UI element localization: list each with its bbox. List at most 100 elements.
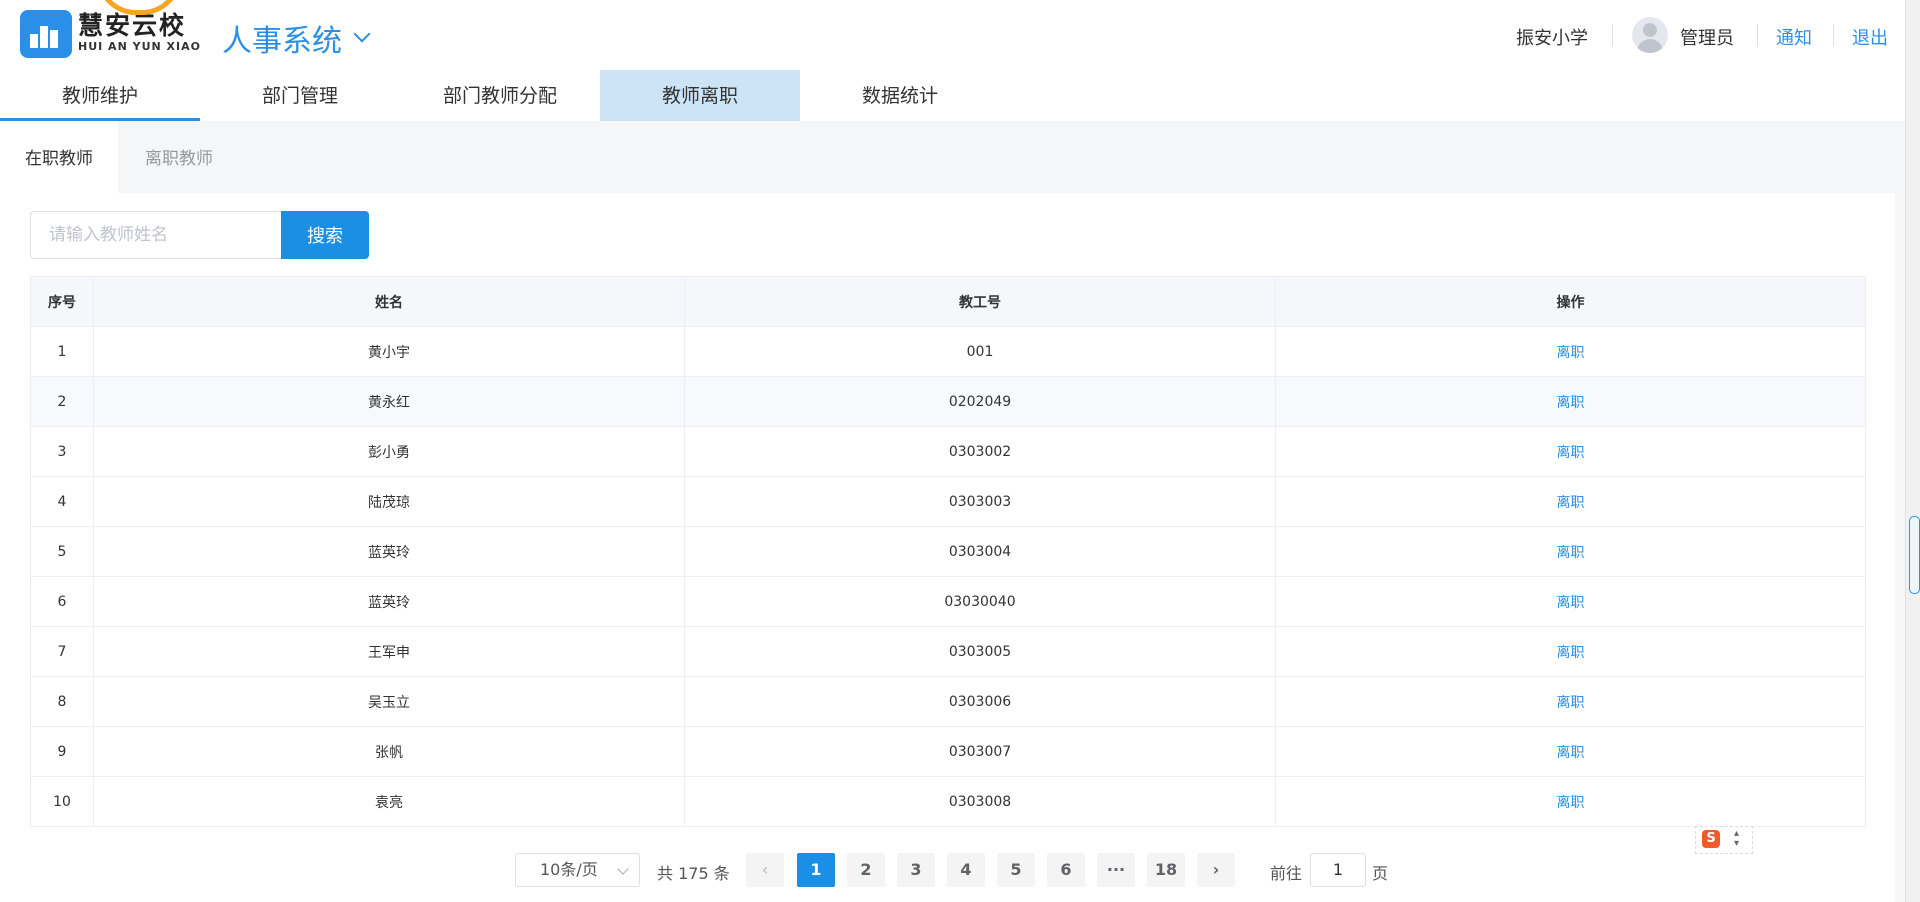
user-name[interactable]: 管理员 xyxy=(1680,24,1734,50)
cell-name: 吴玉立 xyxy=(93,676,685,727)
page-button-5[interactable]: 5 xyxy=(997,853,1035,887)
resign-link[interactable]: 离职 xyxy=(1275,676,1866,727)
content-panel: 搜索 序号 姓名 教工号 操作 1 黄小宇 001 离职 2 黄永红 02020… xyxy=(0,193,1895,902)
user-avatar-icon[interactable] xyxy=(1632,17,1668,53)
cell-no: 3 xyxy=(30,426,94,477)
next-page-button[interactable]: › xyxy=(1197,853,1235,887)
table-header-row: 序号 姓名 教工号 操作 xyxy=(30,276,1866,327)
header-divider xyxy=(1757,24,1758,46)
table-row: 1 黄小宇 001 离职 xyxy=(30,326,1866,377)
resign-link[interactable]: 离职 xyxy=(1275,776,1866,827)
resign-link[interactable]: 离职 xyxy=(1275,476,1866,527)
cell-staff-id: 0303005 xyxy=(684,626,1276,677)
cell-staff-id: 03030040 xyxy=(684,576,1276,627)
cell-no: 8 xyxy=(30,676,94,727)
teacher-table: 序号 姓名 教工号 操作 1 黄小宇 001 离职 2 黄永红 0202049 … xyxy=(30,276,1866,827)
table-row: 6 蓝英玲 03030040 离职 xyxy=(30,576,1866,627)
subtab-active-teachers[interactable]: 在职教师 xyxy=(0,121,118,193)
cell-no: 10 xyxy=(30,776,94,827)
brand: 慧安云校 HUI AN YUN XIAO xyxy=(78,12,201,54)
subtab-resigned-teachers[interactable]: 离职教师 xyxy=(120,121,238,193)
tab-teacher-resignation[interactable]: 教师离职 xyxy=(600,70,800,121)
page-button-18[interactable]: 18 xyxy=(1147,853,1185,887)
expand-arrows-icon[interactable]: ▴ ▾ xyxy=(1734,829,1739,849)
cell-staff-id: 0303008 xyxy=(684,776,1276,827)
cell-no: 1 xyxy=(30,326,94,377)
chevron-down-icon[interactable] xyxy=(353,25,371,43)
page-scrollbar[interactable] xyxy=(1905,0,1920,902)
main-nav: 教师维护 部门管理 部门教师分配 教师离职 数据统计 xyxy=(0,70,1905,121)
cell-staff-id: 0303007 xyxy=(684,726,1276,777)
sogou-ime-icon[interactable]: S xyxy=(1702,830,1720,848)
cell-no: 9 xyxy=(30,726,94,777)
cell-staff-id: 0303006 xyxy=(684,676,1276,727)
logout-link[interactable]: 退出 xyxy=(1852,24,1888,50)
tab-data-statistics[interactable]: 数据统计 xyxy=(800,70,1000,121)
header-divider xyxy=(1612,24,1613,46)
ime-toolbar[interactable]: S ▴ ▾ xyxy=(1695,826,1753,854)
cell-name: 蓝英玲 xyxy=(93,526,685,577)
cell-no: 2 xyxy=(30,376,94,427)
school-logo-icon xyxy=(20,10,72,58)
page-button-4[interactable]: 4 xyxy=(947,853,985,887)
page-button-6[interactable]: 6 xyxy=(1047,853,1085,887)
page-button-1[interactable]: 1 xyxy=(797,853,835,887)
total-count: 共 175 条 xyxy=(657,864,730,883)
resign-link[interactable]: 离职 xyxy=(1275,626,1866,677)
search-button[interactable]: 搜索 xyxy=(281,211,369,259)
app-header: 慧安云校 HUI AN YUN XIAO 人事系统 振安小学 管理员 通知 退出 xyxy=(0,0,1905,71)
cell-name: 陆茂琼 xyxy=(93,476,685,527)
cell-name: 王军申 xyxy=(93,626,685,677)
table-row: 9 张帆 0303007 离职 xyxy=(30,726,1866,777)
scrollbar-thumb[interactable] xyxy=(1909,516,1920,594)
table-row: 8 吴玉立 0303006 离职 xyxy=(30,676,1866,727)
pagination: 10条/页 共 175 条 ‹ 1 2 3 4 5 6 ··· 18 › 前往 … xyxy=(0,853,1895,889)
table-row: 7 王军申 0303005 离职 xyxy=(30,626,1866,677)
system-title[interactable]: 人事系统 xyxy=(222,16,342,60)
brand-name-en: HUI AN YUN XIAO xyxy=(78,40,201,53)
table-row: 4 陆茂琼 0303003 离职 xyxy=(30,476,1866,527)
chevron-down-icon xyxy=(617,863,629,875)
header-divider xyxy=(1833,24,1834,46)
cell-no: 5 xyxy=(30,526,94,577)
goto-page-input[interactable]: 1 xyxy=(1310,853,1366,887)
cell-name: 张帆 xyxy=(93,726,685,777)
tab-teacher-maintenance[interactable]: 教师维护 xyxy=(0,70,200,121)
tab-department-management[interactable]: 部门管理 xyxy=(200,70,400,121)
school-name: 振安小学 xyxy=(1516,28,1588,49)
more-pages-button[interactable]: ··· xyxy=(1097,853,1135,887)
cell-staff-id: 0303004 xyxy=(684,526,1276,577)
cell-staff-id: 0202049 xyxy=(684,376,1276,427)
table-row: 10 袁亮 0303008 离职 xyxy=(30,776,1866,827)
cell-staff-id: 0303003 xyxy=(684,476,1276,527)
teacher-name-search-input[interactable] xyxy=(30,211,282,259)
notice-link[interactable]: 通知 xyxy=(1776,24,1812,50)
cell-name: 黄永红 xyxy=(93,376,685,427)
resign-link[interactable]: 离职 xyxy=(1275,726,1866,777)
cell-staff-id: 0303002 xyxy=(684,426,1276,477)
resign-link[interactable]: 离职 xyxy=(1275,526,1866,577)
page-button-3[interactable]: 3 xyxy=(897,853,935,887)
brand-name: 慧安云校 xyxy=(78,11,187,40)
table-row: 3 彭小勇 0303002 离职 xyxy=(30,426,1866,477)
cell-no: 7 xyxy=(30,626,94,677)
page-size-value: 10条/页 xyxy=(540,860,598,879)
cell-name: 袁亮 xyxy=(93,776,685,827)
page-size-select[interactable]: 10条/页 xyxy=(515,853,640,887)
resign-link[interactable]: 离职 xyxy=(1275,376,1866,427)
tab-department-teacher-assign[interactable]: 部门教师分配 xyxy=(400,70,600,121)
col-header-no: 序号 xyxy=(30,276,94,327)
col-header-action: 操作 xyxy=(1275,276,1866,327)
cell-staff-id: 001 xyxy=(684,326,1276,377)
col-header-staff-id: 教工号 xyxy=(684,276,1276,327)
prev-page-button[interactable]: ‹ xyxy=(746,853,784,887)
resign-link[interactable]: 离职 xyxy=(1275,426,1866,477)
resign-link[interactable]: 离职 xyxy=(1275,326,1866,377)
goto-suffix: 页 xyxy=(1372,864,1389,883)
cell-name: 彭小勇 xyxy=(93,426,685,477)
page-button-2[interactable]: 2 xyxy=(847,853,885,887)
resign-link[interactable]: 离职 xyxy=(1275,576,1866,627)
table-row: 5 蓝英玲 0303004 离职 xyxy=(30,526,1866,577)
cell-name: 黄小宇 xyxy=(93,326,685,377)
goto-label: 前往 xyxy=(1270,864,1303,883)
